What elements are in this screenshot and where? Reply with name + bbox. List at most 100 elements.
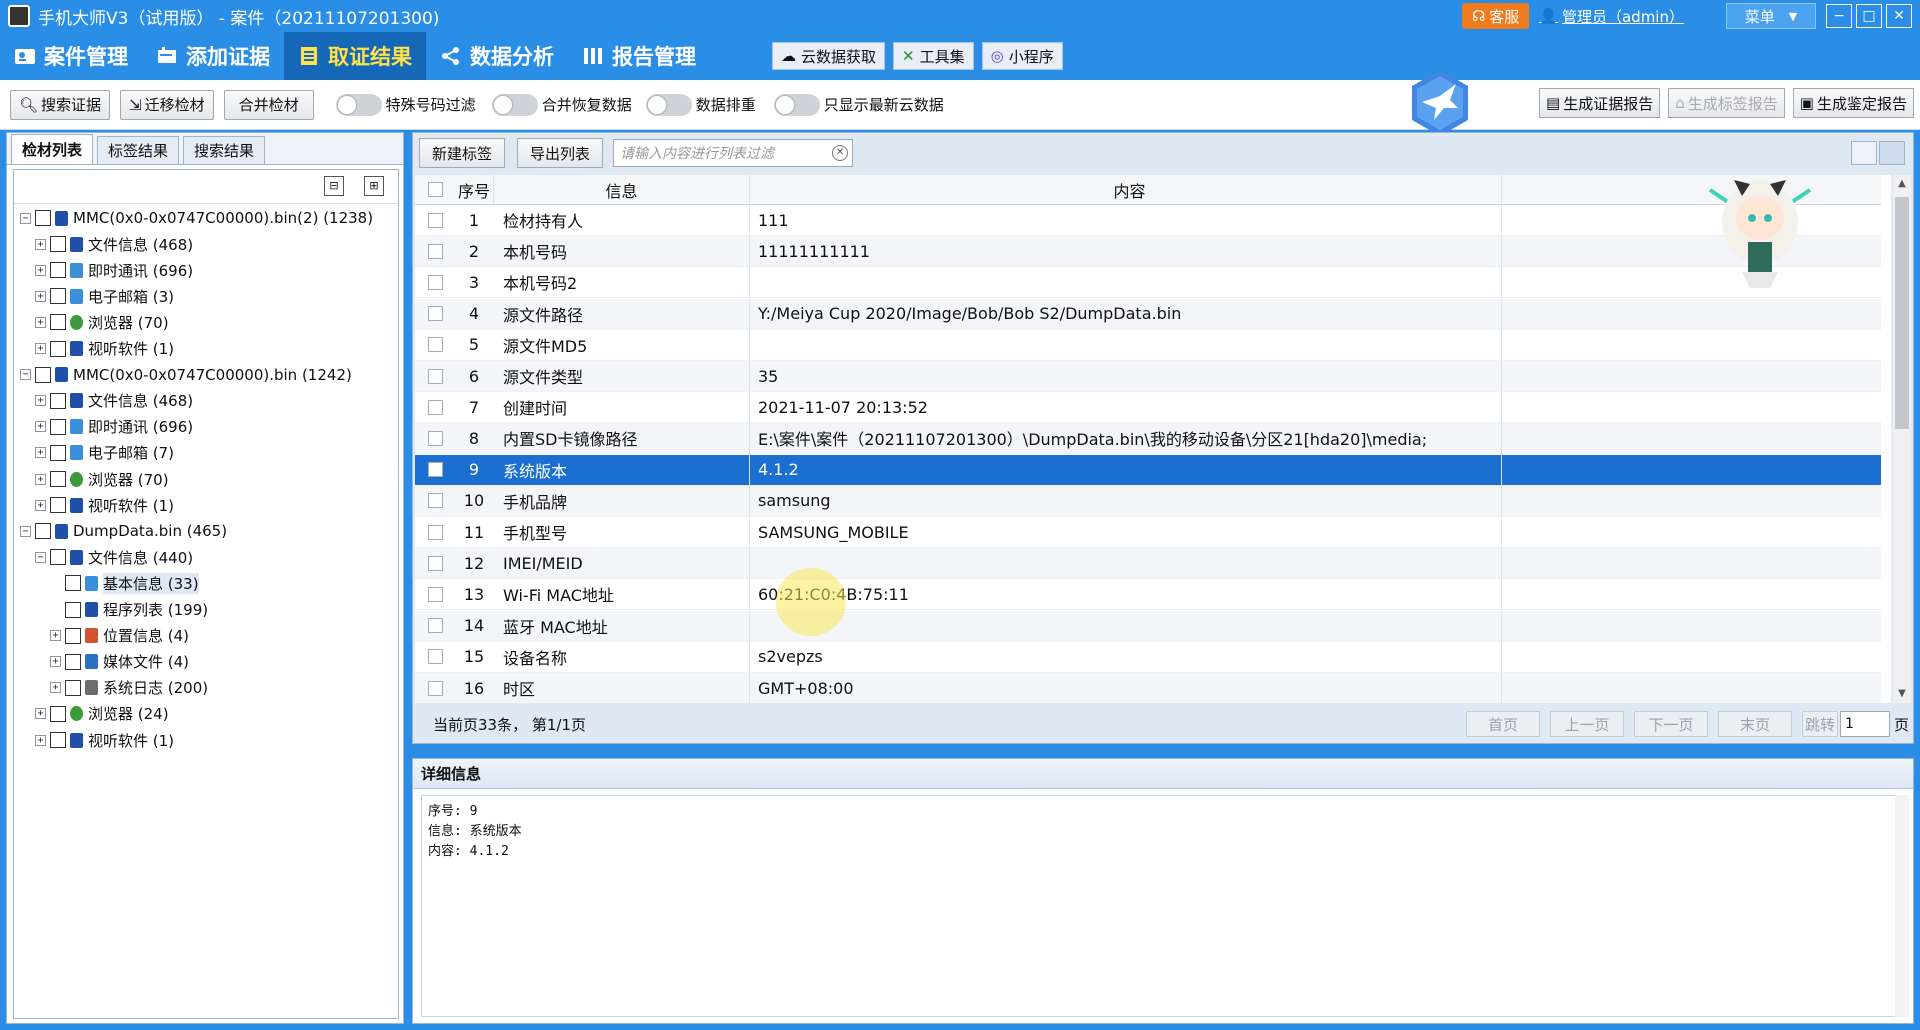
row-checkbox[interactable] xyxy=(427,462,443,478)
expand-icon[interactable]: + xyxy=(35,264,46,276)
expand-icon[interactable]: + xyxy=(35,316,46,328)
expand-icon[interactable]: + xyxy=(35,499,46,511)
detail-scrollbar[interactable] xyxy=(1895,795,1909,1017)
table-row[interactable]: 4 源文件路径 Y:/Meiya Cup 2020/Image/Bob/Bob S2… xyxy=(415,298,1881,330)
tree-checkbox[interactable] xyxy=(50,732,66,748)
tree-checkbox[interactable] xyxy=(35,366,51,383)
tree-node[interactable]: + 系统日志 (200) xyxy=(50,676,208,700)
tree-node[interactable]: − MMC(0x0-0x0747C00000).bin(2) (1238) xyxy=(20,206,373,230)
expand-icon[interactable]: + xyxy=(35,708,46,720)
tree-checkbox[interactable] xyxy=(50,288,66,305)
toggle-switch[interactable] xyxy=(491,93,538,116)
first-page-button[interactable]: 首页 xyxy=(1465,711,1540,737)
tree-node[interactable]: − 文件信息 (440) xyxy=(35,545,193,569)
row-checkbox[interactable] xyxy=(427,493,443,509)
tree-checkbox[interactable] xyxy=(50,497,66,514)
tree-node[interactable]: + 文件信息 (468) xyxy=(35,389,193,413)
new-tag-button[interactable]: 新建标签 xyxy=(419,138,506,168)
tab-tag-results[interactable]: 标签结果 xyxy=(97,136,180,164)
col-info[interactable]: 信息 xyxy=(493,175,749,204)
tree-checkbox[interactable] xyxy=(65,653,81,670)
table-row[interactable]: 8 内置SD卡镜像路径 E:\案件\案件（20211107201300）\DumpD… xyxy=(415,423,1881,455)
evidence-report-button[interactable]: ▤ 生成证据报告 xyxy=(1539,88,1661,118)
tree-node[interactable]: + 视听软件 (1) xyxy=(35,728,174,752)
row-checkbox[interactable] xyxy=(427,649,443,665)
tree-checkbox[interactable] xyxy=(50,705,66,722)
expand-icon[interactable]: + xyxy=(35,343,46,354)
tag-report-button[interactable]: ⌂ 生成标签报告 xyxy=(1668,88,1785,118)
tree-checkbox[interactable] xyxy=(35,210,51,226)
collapse-icon[interactable]: − xyxy=(35,551,46,563)
expand-icon[interactable]: + xyxy=(50,630,61,642)
table-row[interactable]: 1 检材持有人 111 xyxy=(415,205,1881,236)
mini-program-button[interactable]: ◎ 小程序 xyxy=(981,42,1063,70)
dedupe-toggle[interactable]: 数据排重 xyxy=(645,93,756,116)
expand-icon[interactable]: + xyxy=(35,734,46,746)
card-view-icon[interactable] xyxy=(1851,141,1877,165)
nav-forensic-results[interactable]: 取证结果 xyxy=(284,32,426,80)
scroll-down-icon[interactable]: ▼ xyxy=(1893,685,1911,703)
tree-node[interactable]: + 文件信息 (468) xyxy=(35,232,193,256)
table-row[interactable]: 15 设备名称 s2vepzs xyxy=(415,641,1881,673)
tree-checkbox[interactable] xyxy=(65,679,81,696)
toggle-switch[interactable] xyxy=(645,93,692,116)
table-row[interactable]: 7 创建时间 2021-11-07 20:13:52 xyxy=(415,392,1881,424)
maximize-button[interactable]: □ xyxy=(1856,4,1882,28)
search-evidence-button[interactable]: 🔍︎ 搜索证据 xyxy=(10,89,111,120)
col-content[interactable]: 内容 xyxy=(749,175,1501,204)
special-number-filter-toggle[interactable]: 特殊号码过滤 xyxy=(335,93,476,116)
grid-scrollbar[interactable]: ▲ ▼ xyxy=(1893,175,1911,703)
tree-node[interactable]: + 视听软件 (1) xyxy=(35,337,174,361)
tree-node[interactable]: + 浏览器 (70) xyxy=(35,310,169,334)
tree-checkbox[interactable] xyxy=(50,418,66,435)
row-checkbox[interactable] xyxy=(427,274,443,290)
tree-node[interactable]: + 即时通讯 (696) xyxy=(35,258,193,282)
expand-icon[interactable]: + xyxy=(35,473,46,485)
tree-checkbox[interactable] xyxy=(65,601,81,618)
tree-node[interactable]: − MMC(0x0-0x0747C00000).bin (1242) xyxy=(20,363,352,387)
table-row[interactable]: 13 Wi-Fi MAC地址 60:21:C0:4B:75:11 xyxy=(415,579,1881,611)
tree-node[interactable]: + 即时通讯 (696) xyxy=(35,415,193,439)
tree-node[interactable]: 程序列表 (199) xyxy=(50,598,208,622)
appraisal-report-button[interactable]: ▣ 生成鉴定报告 xyxy=(1792,88,1914,118)
prev-page-button[interactable]: 上一页 xyxy=(1549,711,1624,737)
collapse-all-icon[interactable]: ⊟ xyxy=(324,176,344,196)
nav-report-management[interactable]: 报告管理 xyxy=(568,32,710,80)
tab-search-results[interactable]: 搜索结果 xyxy=(183,136,266,164)
latest-cloud-toggle[interactable]: 只显示最新云数据 xyxy=(773,93,944,116)
row-checkbox[interactable] xyxy=(427,243,443,259)
expand-icon[interactable]: + xyxy=(50,656,61,668)
row-checkbox[interactable] xyxy=(427,524,443,540)
scroll-thumb[interactable] xyxy=(1895,197,1909,429)
tree-checkbox[interactable] xyxy=(50,471,66,487)
table-row[interactable]: 11 手机型号 SAMSUNG_MOBILE xyxy=(415,517,1881,548)
minimize-button[interactable]: − xyxy=(1826,4,1852,28)
expand-icon[interactable]: + xyxy=(35,238,46,250)
col-no[interactable]: 序号 xyxy=(455,178,493,202)
table-row[interactable]: 5 源文件MD5 xyxy=(415,329,1881,361)
row-checkbox[interactable] xyxy=(427,555,443,571)
next-page-button[interactable]: 下一页 xyxy=(1633,711,1708,737)
tree-checkbox[interactable] xyxy=(65,627,81,644)
table-row[interactable]: 16 时区 GMT+08:00 xyxy=(415,673,1881,703)
detail-text[interactable]: 序号: 9 信息: 系统版本 内容: 4.1.2 xyxy=(421,795,1897,1017)
scroll-up-icon[interactable]: ▲ xyxy=(1893,175,1911,193)
row-checkbox[interactable] xyxy=(427,680,443,696)
tree-checkbox[interactable] xyxy=(50,236,66,253)
collapse-icon[interactable]: − xyxy=(20,525,31,537)
row-checkbox[interactable] xyxy=(427,618,443,634)
nav-case-management[interactable]: 案件管理 xyxy=(0,32,142,80)
table-row[interactable]: 12 IMEI/MEID xyxy=(415,548,1881,580)
tree-node[interactable]: + 视听软件 (1) xyxy=(35,493,174,517)
table-row[interactable]: 10 手机品牌 samsung xyxy=(415,485,1881,517)
last-page-button[interactable]: 末页 xyxy=(1717,711,1792,737)
menu-button[interactable]: 菜单 ▼ xyxy=(1726,3,1816,29)
admin-link[interactable]: 👤 管理员（admin） xyxy=(1539,6,1684,27)
list-filter-input[interactable]: 请输入内容进行列表过滤 ✕ xyxy=(613,139,854,167)
table-row[interactable]: 9 系统版本 4.1.2 xyxy=(415,454,1881,486)
tree-node[interactable]: + 电子邮箱 (3) xyxy=(35,284,174,308)
expand-all-icon[interactable]: ⊞ xyxy=(364,176,384,196)
tree-node[interactable]: − DumpData.bin (465) xyxy=(20,519,227,543)
row-checkbox[interactable] xyxy=(427,586,443,602)
expand-icon[interactable]: + xyxy=(35,290,46,302)
